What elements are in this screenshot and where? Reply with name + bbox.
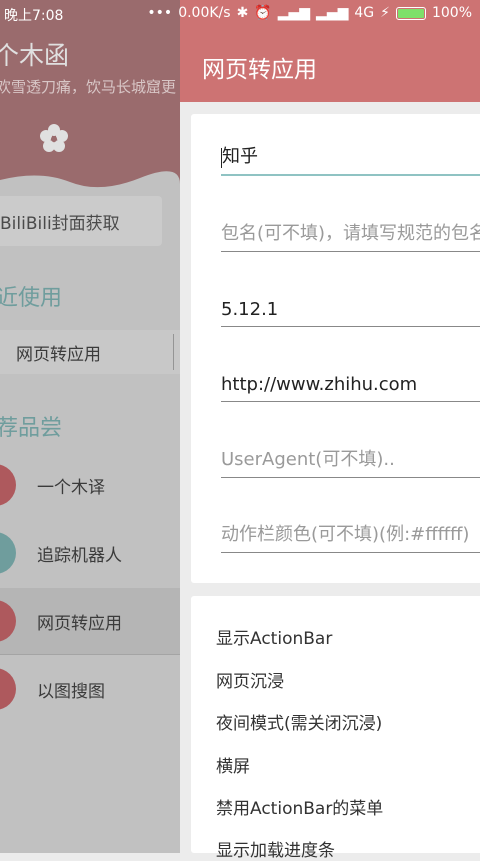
main-content: 网页转应用 知乎 包名(可不填)，请填写规范的包名 5.12.1 http://…	[180, 0, 480, 861]
status-battery: 100%	[431, 5, 472, 21]
drawer-scrim[interactable]	[0, 0, 180, 853]
alarm-icon: ⏰	[254, 5, 272, 21]
package-name-placeholder: 包名(可不填)，请填写规范的包名	[221, 223, 480, 244]
signal-icon: ▂▄▆	[316, 5, 349, 21]
url-value: http://www.zhihu.com	[221, 374, 418, 395]
option-night-mode[interactable]: 夜间模式(需关闭沉浸)	[216, 709, 382, 734]
actionbar-color-field[interactable]: 动作栏颜色(可不填)(例:#ffffff)	[221, 513, 480, 553]
user-agent-placeholder: UserAgent(可不填)..	[221, 449, 395, 470]
page-title: 网页转应用	[202, 57, 317, 83]
option-immersive[interactable]: 网页沉浸	[216, 667, 284, 692]
status-network: 4G	[354, 5, 375, 21]
battery-icon	[395, 6, 426, 20]
user-agent-field[interactable]: UserAgent(可不填)..	[221, 438, 480, 478]
form-card: 知乎 包名(可不填)，请填写规范的包名 5.12.1 http://www.zh…	[191, 114, 480, 583]
app-name-value: 知乎	[222, 146, 258, 167]
package-name-field[interactable]: 包名(可不填)，请填写规范的包名	[221, 212, 480, 252]
status-speed: 0.00K/s	[178, 5, 231, 21]
option-disable-actionbar-menu[interactable]: 禁用ActionBar的菜单	[216, 794, 383, 819]
signal-icon: ▂▄▆	[277, 5, 311, 21]
option-show-progress[interactable]: 显示加载进度条	[216, 836, 335, 861]
status-bar: 晚上7:08 ••• 0.00K/s ✱ ⏰ ▂▄▆ ▂▄▆ 4G ⚡ 100%	[0, 0, 480, 28]
version-field[interactable]: 5.12.1	[221, 287, 480, 327]
app-name-field[interactable]: 知乎	[221, 136, 480, 176]
version-value: 5.12.1	[221, 299, 279, 320]
option-show-actionbar[interactable]: 显示ActionBar	[216, 624, 332, 649]
actionbar-color-placeholder: 动作栏颜色(可不填)(例:#ffffff)	[221, 524, 470, 545]
options-card: 显示ActionBar 网页沉浸 夜间模式(需关闭沉浸) 横屏 禁用Action…	[191, 596, 480, 861]
status-indicators: ••• 0.00K/s ✱ ⏰ ▂▄▆ ▂▄▆ 4G ⚡ 100%	[147, 5, 472, 21]
status-time: 晚上7:08	[4, 8, 64, 24]
status-dots: •••	[147, 5, 173, 21]
navigation-drawer: 个木函 欢雪透刀痛，饮马长城窟更 BiliBili封面获取 近使用 网页转应用 …	[0, 0, 180, 853]
charging-icon: ⚡	[380, 5, 390, 21]
bluetooth-icon: ✱	[236, 5, 249, 21]
option-landscape[interactable]: 横屏	[216, 752, 250, 777]
url-field[interactable]: http://www.zhihu.com	[221, 362, 480, 402]
